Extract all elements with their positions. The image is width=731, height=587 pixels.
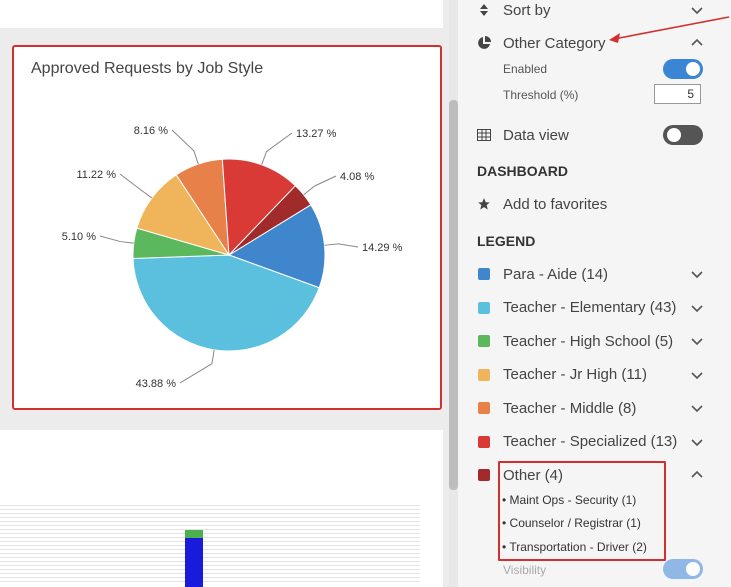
chevron-down-icon[interactable]: [690, 267, 704, 281]
legend-label: Teacher - Middle (8): [503, 399, 637, 417]
legend-swatch: [478, 268, 490, 280]
legend-swatch: [478, 301, 490, 314]
star-icon: [476, 196, 492, 212]
table-icon: [476, 127, 492, 143]
chevron-down-icon[interactable]: [690, 368, 704, 382]
top-card-edge: [0, 0, 443, 28]
scrollbar[interactable]: [449, 0, 458, 587]
chevron-down-icon[interactable]: [690, 334, 704, 348]
legend-swatch: [478, 435, 490, 448]
dashboard-canvas: Approved Requests by Job Style 14.29 % 43…: [0, 0, 443, 587]
pie-chart-icon: [476, 35, 492, 51]
legend-item[interactable]: Teacher - Elementary (43): [458, 294, 731, 322]
pie-data-label: 43.88 %: [136, 378, 177, 390]
add-favorites-label: Add to favorites: [503, 195, 608, 213]
data-view-toggle[interactable]: [663, 125, 703, 145]
legend-swatch: [478, 469, 490, 481]
legend-item[interactable]: Para - Aide (14): [458, 260, 731, 288]
legend-label: Teacher - High School (5): [503, 332, 674, 350]
pie-leader-line: [99, 235, 134, 244]
pie-data-label: 11.22 %: [76, 169, 116, 181]
sort-icon: [476, 2, 492, 18]
enabled-label: Enabled: [503, 62, 548, 76]
enabled-toggle[interactable]: [663, 59, 703, 79]
chevron-up-icon[interactable]: [690, 468, 704, 482]
sort-by-row[interactable]: Sort by: [458, 0, 731, 24]
pie-leader-line: [324, 243, 359, 248]
threshold-input[interactable]: [654, 84, 701, 104]
gridlines: [0, 505, 420, 587]
other-category-row[interactable]: Other Category: [458, 29, 731, 57]
other-category-label: Other Category: [503, 34, 606, 52]
legend-item[interactable]: Teacher - Jr High (11): [458, 361, 731, 389]
visibility-label: Visibility: [503, 563, 547, 577]
pie-chart: 14.29 % 43.88 % 5.10 % 11.22 % 8.16 % 13.27 %…: [62, 125, 403, 390]
pie-leader-line: [303, 175, 337, 196]
pie-leader-line: [171, 129, 199, 165]
chevron-down-icon[interactable]: [690, 301, 704, 315]
data-view-label: Data view: [503, 126, 569, 144]
visibility-toggle[interactable]: [663, 559, 703, 579]
sort-by-label: Sort by: [503, 1, 551, 19]
other-highlight-box: [498, 461, 666, 561]
chevron-down-icon[interactable]: [690, 3, 704, 17]
pie-leader-line: [179, 349, 215, 384]
pie-chart-card[interactable]: Approved Requests by Job Style 14.29 % 43…: [12, 45, 442, 410]
pie-data-label: 8.16 %: [134, 125, 168, 137]
add-favorites-row[interactable]: Add to favorites: [458, 190, 731, 218]
legend-label: Teacher - Jr High (11): [503, 366, 647, 383]
chevron-down-icon[interactable]: [690, 435, 704, 449]
pie-data-label: 5.10 %: [62, 231, 96, 243]
legend-swatch: [478, 335, 490, 347]
pie-data-label: 14.29 %: [362, 242, 403, 254]
legend-swatch: [478, 402, 490, 414]
pie-leader-line: [119, 173, 153, 199]
legend-item[interactable]: Teacher - High School (5): [458, 327, 731, 355]
chevron-up-icon[interactable]: [690, 36, 704, 50]
chevron-down-icon[interactable]: [690, 401, 704, 415]
legend-label: Teacher - Specialized (13): [503, 433, 678, 450]
threshold-label: Threshold (%): [503, 88, 579, 102]
pie-data-label: 13.27 %: [296, 128, 337, 140]
legend-item[interactable]: Teacher - Middle (8): [458, 394, 731, 422]
legend-item[interactable]: Teacher - Specialized (13): [458, 428, 731, 456]
pie-data-label: 4.08 %: [340, 171, 374, 183]
legend-label: Para - Aide (14): [503, 265, 609, 283]
dashboard-heading: DASHBOARD: [477, 163, 568, 179]
bar-segment-green[interactable]: [185, 530, 203, 538]
bar-chart-card[interactable]: [0, 430, 443, 587]
pie-leader-line: [261, 132, 293, 165]
legend-heading: LEGEND: [477, 233, 536, 249]
legend-swatch: [478, 368, 490, 381]
scrollbar-thumb[interactable]: [449, 100, 458, 490]
bar-segment-blue[interactable]: [185, 538, 203, 587]
legend-label: Teacher - Elementary (43): [503, 299, 677, 316]
